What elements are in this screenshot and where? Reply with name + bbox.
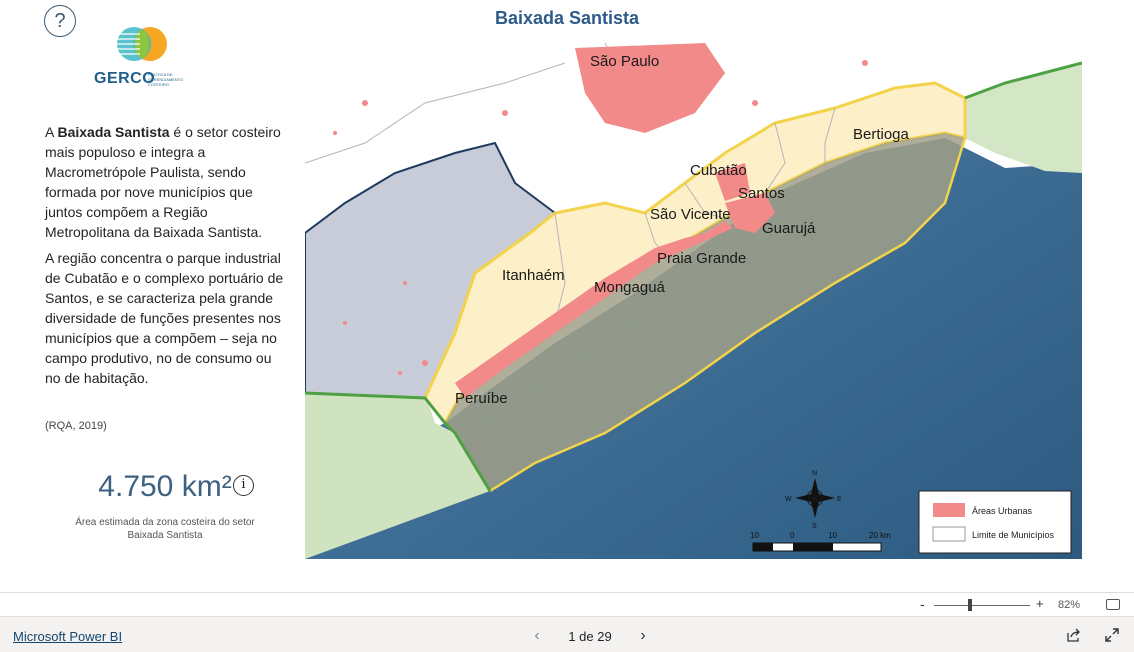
description-paragraph-1: A Baixada Santista é o setor costeiro ma… [45, 122, 285, 242]
share-icon[interactable] [1066, 627, 1082, 643]
description-bold: Baixada Santista [57, 124, 170, 140]
logo-name: GERCO [94, 70, 156, 87]
scale-tick-4: 20 km [869, 531, 891, 540]
compass-s: S [812, 523, 817, 530]
description-paragraph-2: A região concentra o parque industrial d… [45, 250, 284, 386]
zoom-slider-track[interactable] [934, 605, 1030, 606]
description-text: A Baixada Santista é o setor costeiro ma… [45, 122, 285, 394]
scale-tick-3: 10 [828, 531, 837, 540]
legend-limits-label: Limite de Municípios [972, 530, 1055, 540]
page-navigator: ‹ 1 de 29 › [530, 627, 650, 645]
zoom-in-button[interactable]: + [1036, 596, 1044, 611]
compass-e: E [837, 496, 842, 503]
zoom-level: 82% [1058, 599, 1081, 611]
power-bi-link[interactable]: Microsoft Power BI [13, 629, 122, 644]
previous-page-button[interactable]: ‹ [530, 627, 544, 645]
label-bertioga: Bertioga [853, 126, 910, 143]
compass-n: N [812, 470, 817, 477]
info-icon[interactable]: i [233, 475, 254, 496]
label-praia-grande: Praia Grande [657, 250, 746, 267]
label-mongagua: Mongaguá [594, 279, 666, 296]
kpi-caption: Área estimada da zona costeira do setor … [60, 516, 270, 542]
compass-w: W [785, 496, 792, 503]
scale-tick-1: 10 [750, 531, 759, 540]
page-indicator: 1 de 29 [568, 628, 612, 644]
gerco-logo: GERCO POLÍTICA DE GERENCIAMENTO COSTEIRO [94, 24, 194, 94]
report-canvas: ? Baixada Santista GERCO POLÍTICA DE GER… [0, 0, 1134, 592]
label-santos: Santos [738, 185, 785, 202]
label-guaruja: Guarujá [762, 220, 816, 237]
next-page-button[interactable]: › [636, 627, 650, 645]
description-rest: é o setor costeiro mais populoso e integ… [45, 124, 281, 240]
kpi-caption-line-2: Baixada Santista [127, 530, 203, 541]
label-peruibe: Peruíbe [455, 390, 508, 407]
scale-tick-2: 0 [790, 531, 795, 540]
footer-bar: Microsoft Power BI ‹ 1 de 29 › [0, 616, 1134, 652]
kpi-caption-line-1: Área estimada da zona costeira do setor [75, 517, 255, 528]
legend-urban-swatch [933, 503, 965, 517]
label-cubatao: Cubatão [690, 162, 747, 179]
legend-urban-label: Áreas Urbanas [972, 506, 1033, 516]
fullscreen-icon[interactable] [1104, 627, 1120, 643]
legend-limits-swatch [932, 526, 966, 542]
label-itanhaem: Itanhaém [502, 267, 565, 284]
logo-subtitle: POLÍTICA DE GERENCIAMENTO COSTEIRO [148, 72, 184, 87]
description-prefix: A [45, 124, 58, 140]
reference-text: (RQA, 2019) [45, 420, 107, 432]
map-svg: São Paulo Bertioga Cubatão Santos São Vi… [305, 43, 1082, 559]
map-legend: Áreas Urbanas Limite de Municípios [918, 490, 1072, 554]
zoom-slider-thumb[interactable] [968, 599, 972, 611]
zoom-bar: - + 82% [0, 592, 1134, 616]
fit-to-page-icon[interactable] [1106, 599, 1120, 610]
label-sao-paulo: São Paulo [590, 53, 659, 70]
label-sao-vicente: São Vicente [650, 206, 731, 223]
zoom-out-button[interactable]: - [920, 596, 925, 612]
region-map[interactable]: São Paulo Bertioga Cubatão Santos São Vi… [305, 43, 1082, 559]
